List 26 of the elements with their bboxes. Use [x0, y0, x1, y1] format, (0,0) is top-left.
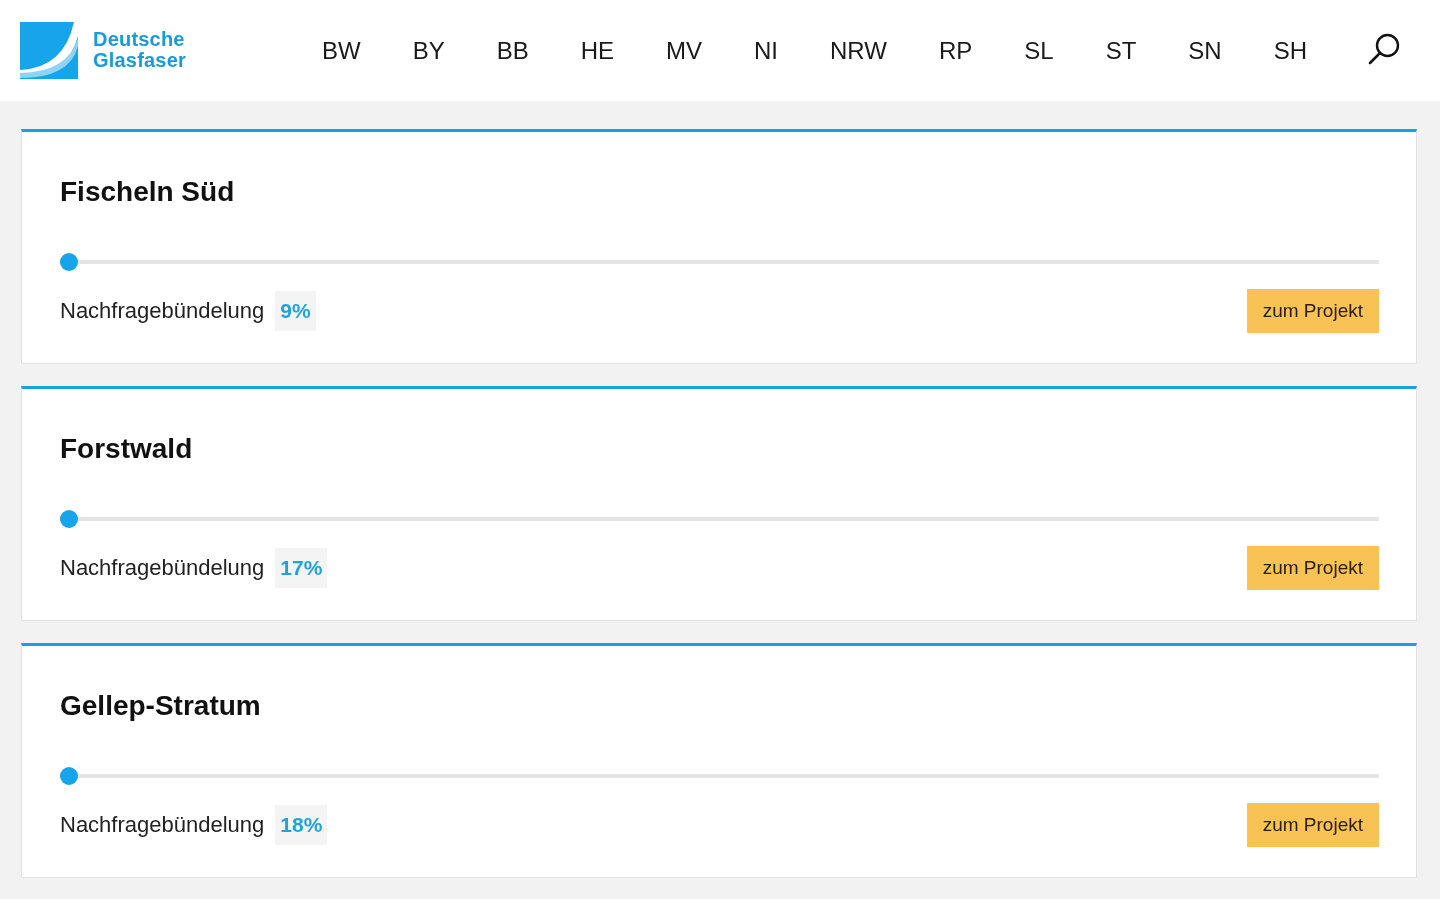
- nav-link[interactable]: RP: [938, 35, 973, 66]
- nav-link[interactable]: SN: [1188, 35, 1222, 66]
- nav-link[interactable]: BY: [412, 35, 445, 66]
- nav-link[interactable]: HE: [580, 35, 615, 66]
- percent-badge: 17%: [275, 548, 328, 588]
- nav-link[interactable]: SL: [1024, 35, 1054, 66]
- logo-icon[interactable]: [20, 21, 78, 79]
- project-title: Fischeln Süd: [60, 175, 235, 209]
- project-title: Gellep-Stratum: [60, 689, 261, 723]
- project-button[interactable]: zum Projekt: [1246, 289, 1379, 333]
- stat-label: Nachfragebündelung: [60, 555, 265, 581]
- nav-link[interactable]: ST: [1105, 35, 1137, 66]
- nav-link[interactable]: BW: [322, 35, 361, 66]
- nav-link[interactable]: MV: [666, 35, 703, 66]
- stat-label: Nachfragebündelung: [60, 298, 265, 324]
- project-title: Forstwald: [60, 432, 193, 466]
- nav-link[interactable]: BB: [496, 35, 529, 66]
- project-button[interactable]: zum Projekt: [1246, 546, 1379, 590]
- project-button[interactable]: zum Projekt: [1246, 803, 1379, 847]
- nav-link[interactable]: NI: [754, 35, 779, 66]
- search-icon[interactable]: [1368, 32, 1400, 65]
- percent-badge: 9%: [275, 291, 316, 331]
- nav-link[interactable]: SH: [1273, 35, 1307, 66]
- percent-badge: 18%: [275, 805, 328, 845]
- nav-link[interactable]: NRW: [830, 35, 887, 66]
- stat-label: Nachfragebündelung: [60, 812, 265, 838]
